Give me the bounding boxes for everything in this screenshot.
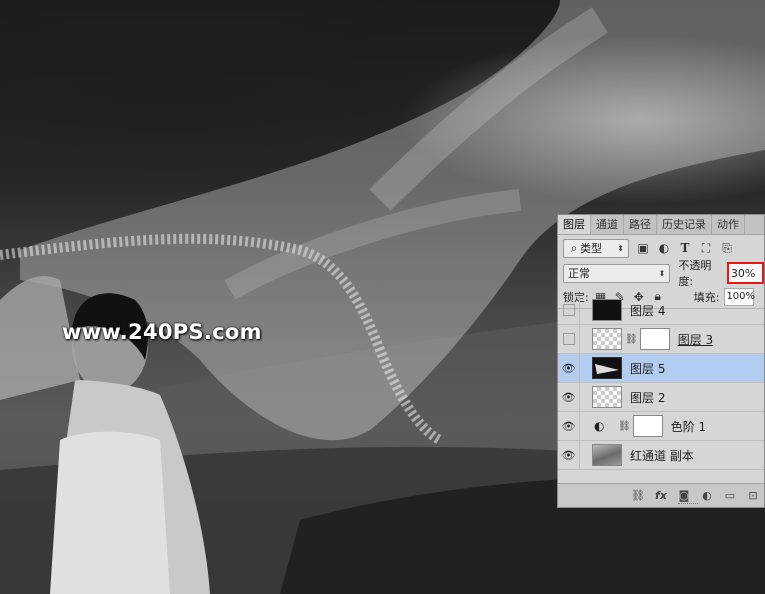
layer-thumbnail (592, 357, 622, 379)
tab-layers[interactable]: 图层 (558, 215, 591, 234)
watermark-text: www.240PS.com (62, 320, 262, 344)
layer-name: 图层 3 (677, 332, 714, 347)
tab-history[interactable]: 历史记录 (657, 215, 712, 234)
text-filter-icon[interactable]: T (678, 241, 692, 255)
tab-paths[interactable]: 路径 (624, 215, 657, 234)
layer-row-2[interactable]: 👁︎ 图层 2 (558, 382, 764, 412)
layer-mask-thumbnail[interactable] (632, 415, 663, 437)
resize-grip[interactable] (678, 503, 698, 506)
blend-row: 正常 ⬍ 不透明度: 30% (558, 259, 764, 288)
chain-link-icon[interactable]: ⛓ (625, 334, 638, 345)
layer-thumbnail (592, 386, 622, 408)
folder-icon[interactable]: ▭ (723, 489, 737, 503)
tab-actions[interactable]: 动作 (712, 215, 745, 234)
veil-thumbnail-art (595, 364, 619, 374)
new-layer-icon[interactable]: ⊡ (746, 489, 760, 503)
filter-row: ⌕ 类型 ⬍ ▣ ◐ T ⛶ ⎘ (558, 235, 764, 261)
add-mask-icon[interactable]: ◙ (677, 489, 691, 503)
layer-thumbnail (592, 444, 622, 466)
visibility-off-box (562, 333, 575, 345)
layer-row-5[interactable]: 👁︎ 图层 5 (558, 353, 764, 383)
link-icon[interactable]: ⛓ (631, 489, 645, 503)
visibility-toggle[interactable]: 👁︎ (558, 353, 580, 383)
layer-name: 图层 5 (630, 361, 666, 376)
panel-tabs: 图层 通道 路径 历史记录 动作 (558, 215, 764, 235)
visibility-toggle[interactable]: 👁︎ (558, 411, 580, 441)
layer-row-levels[interactable]: 👁︎ ◐ ⛓ 色阶 1 (558, 411, 764, 441)
filter-type-label: 类型 (580, 242, 602, 255)
eye-icon: 👁︎ (561, 390, 576, 404)
visibility-toggle[interactable]: 👁︎ (558, 382, 580, 412)
layers-panel: 图层 通道 路径 历史记录 动作 ⌕ 类型 ⬍ ▣ ◐ T ⛶ ⎘ 正常 ⬍ 不… (557, 214, 765, 508)
panel-bottom-bar: ⛓ fx ◙ ◐ ▭ ⊡ (558, 483, 764, 507)
layer-name: 图层 4 (630, 303, 666, 318)
tab-channels[interactable]: 通道 (591, 215, 624, 234)
blend-mode-label: 正常 (568, 267, 590, 280)
search-icon: ⌕ (570, 240, 578, 255)
visibility-off-box (562, 304, 575, 316)
visibility-toggle[interactable]: 👁︎ (558, 440, 580, 470)
updown-arrow-icon: ⬍ (617, 243, 624, 253)
layer-name: 红通道 副本 (630, 448, 694, 463)
layer-name: 图层 2 (630, 390, 666, 405)
image-filter-icon[interactable]: ▣ (636, 241, 650, 255)
blend-mode-select[interactable]: 正常 ⬍ (563, 263, 671, 283)
layer-name: 色阶 1 (670, 419, 707, 434)
visibility-toggle[interactable] (558, 324, 580, 354)
visibility-toggle[interactable] (558, 295, 580, 325)
chain-link-icon[interactable]: ⛓ (618, 421, 631, 432)
shape-filter-icon[interactable]: ⛶ (699, 241, 713, 255)
opacity-label: 不透明度: (678, 259, 712, 288)
filter-type-select[interactable]: ⌕ 类型 ⬍ (563, 238, 629, 258)
eye-icon: 👁︎ (561, 448, 576, 462)
adjustment-icon[interactable]: ◐ (700, 489, 714, 503)
fx-icon[interactable]: fx (654, 489, 668, 503)
eye-icon: 👁︎ (561, 419, 576, 433)
layer-row-red-copy[interactable]: 👁︎ 红通道 副本 (558, 440, 764, 470)
eye-icon: 👁︎ (561, 361, 576, 375)
adjustment-filter-icon[interactable]: ◐ (657, 241, 671, 255)
levels-adjustment-icon: ◐ (594, 419, 605, 433)
updown-arrow-icon: ⬍ (658, 268, 666, 278)
smart-object-filter-icon[interactable]: ⎘ (720, 241, 734, 255)
layer-thumbnail (592, 299, 622, 321)
layer-thumbnail (592, 328, 622, 350)
layer-list: 图层 4 ⛓ 图层 3 👁︎ 图层 5 👁︎ 图层 2 👁︎ ◐ ⛓ 色阶 1 … (558, 295, 764, 470)
opacity-input[interactable]: 30% (726, 262, 764, 284)
layer-row-4[interactable]: 图层 4 (558, 295, 764, 325)
layer-row-3[interactable]: ⛓ 图层 3 (558, 324, 764, 354)
layer-mask-thumbnail[interactable] (639, 328, 670, 350)
